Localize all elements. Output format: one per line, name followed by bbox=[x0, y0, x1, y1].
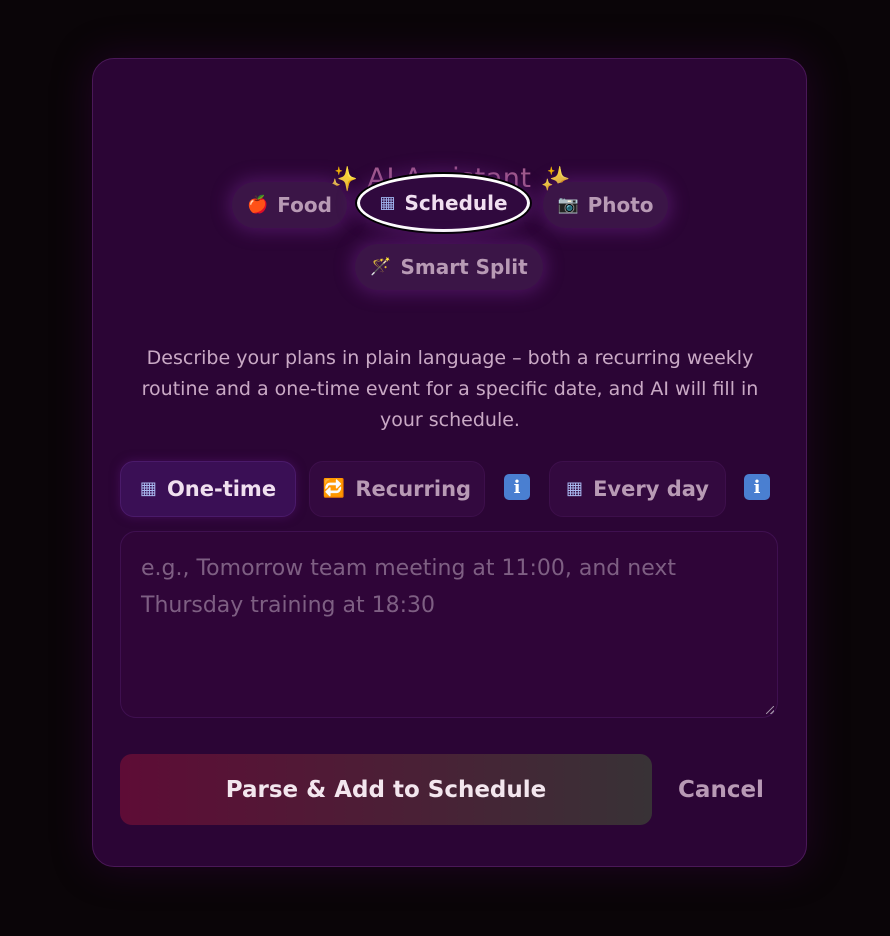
resize-handle-icon[interactable] bbox=[766, 706, 774, 714]
every-day-info-icon[interactable]: i bbox=[744, 474, 770, 500]
magic-wand-icon: 🪄 bbox=[370, 256, 392, 277]
tab-one-time-label: One-time bbox=[166, 477, 277, 501]
schedule-description: Describe your plans in plain language – … bbox=[141, 347, 759, 431]
tab-every-day[interactable]: ▦ Every day bbox=[549, 461, 726, 517]
schedule-input-wrapper bbox=[120, 531, 778, 718]
mode-food-label: Food bbox=[277, 193, 332, 217]
mode-schedule-label: Schedule bbox=[404, 191, 508, 215]
repeat-icon: 🔁 bbox=[322, 478, 346, 499]
calendar-icon: ▦ bbox=[379, 192, 396, 213]
mode-schedule-button[interactable]: ▦ Schedule bbox=[357, 174, 530, 232]
schedule-input[interactable] bbox=[121, 532, 777, 717]
tab-every-day-label: Every day bbox=[593, 477, 709, 501]
tab-recurring[interactable]: 🔁 Recurring bbox=[309, 461, 485, 517]
mode-photo-button[interactable]: 📷 Photo bbox=[543, 182, 668, 228]
calendar-icon: ▦ bbox=[566, 478, 584, 499]
calendar-icon: ▦ bbox=[139, 478, 157, 499]
mode-photo-label: Photo bbox=[587, 193, 654, 217]
mode-smart-split-button[interactable]: 🪄 Smart Split bbox=[355, 244, 543, 290]
cancel-button[interactable]: Cancel bbox=[666, 754, 776, 825]
parse-add-button[interactable]: Parse & Add to Schedule bbox=[120, 754, 652, 825]
camera-icon: 📷 bbox=[557, 194, 579, 215]
tab-one-time[interactable]: ▦ One-time bbox=[120, 461, 296, 517]
apple-icon: 🍎 bbox=[247, 194, 269, 215]
recurring-info-icon[interactable]: i bbox=[504, 474, 530, 500]
mode-food-button[interactable]: 🍎 Food bbox=[232, 182, 347, 228]
tab-recurring-label: Recurring bbox=[355, 477, 472, 501]
mode-smart-split-label: Smart Split bbox=[400, 255, 528, 279]
